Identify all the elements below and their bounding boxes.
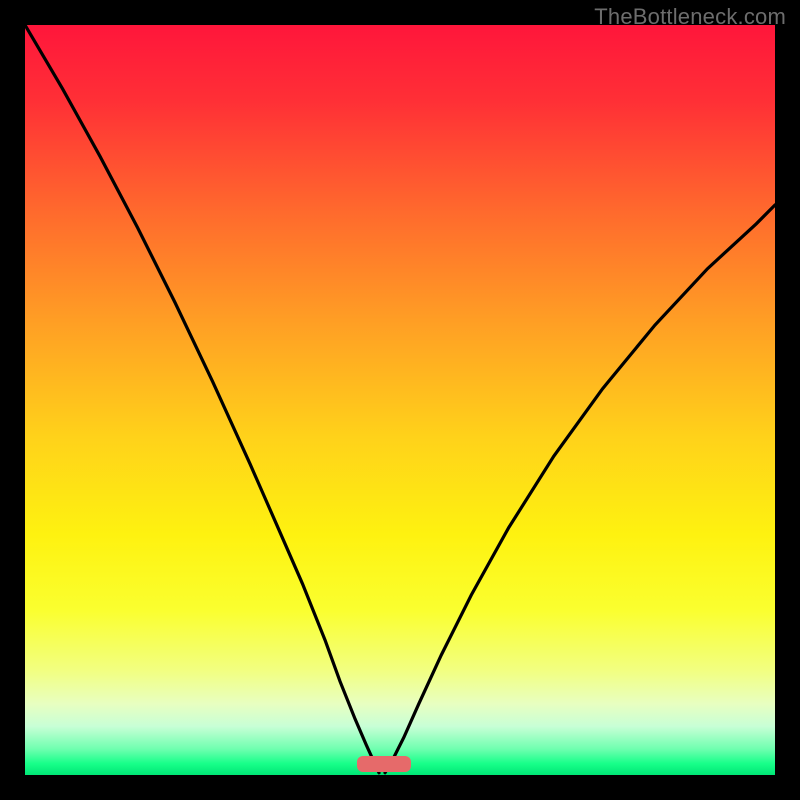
plot-area xyxy=(25,25,775,775)
curve-right xyxy=(385,205,775,773)
bottleneck-marker xyxy=(357,756,411,772)
curve-left xyxy=(25,25,379,773)
outer-frame: TheBottleneck.com xyxy=(0,0,800,800)
watermark-text: TheBottleneck.com xyxy=(594,4,786,30)
curve-layer xyxy=(25,25,775,775)
